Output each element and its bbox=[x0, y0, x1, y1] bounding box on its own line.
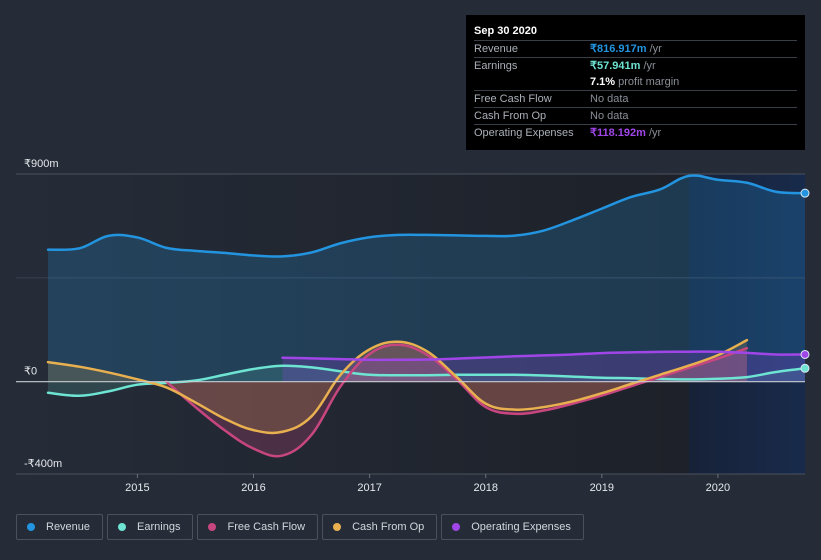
x-tick-label: 2020 bbox=[706, 482, 730, 494]
legend-item-earnings[interactable]: Earnings bbox=[107, 514, 194, 540]
tooltip-label: Revenue bbox=[474, 43, 519, 55]
x-tick-label: 2018 bbox=[473, 482, 497, 494]
x-tick-label: 2017 bbox=[357, 482, 381, 494]
legend-label: Earnings bbox=[137, 521, 181, 533]
legend-label: Cash From Op bbox=[352, 521, 425, 533]
legend: Revenue Earnings Free Cash Flow Cash From O… bbox=[16, 514, 584, 540]
x-tick-label: 2015 bbox=[125, 482, 149, 494]
operating-expenses-endpoint bbox=[800, 349, 810, 359]
tooltip-value: No data bbox=[590, 93, 629, 105]
y-tick-label: ₹0 bbox=[24, 366, 37, 378]
x-tick-label: 2016 bbox=[241, 482, 265, 494]
tooltip-row: Revenue ₹816.917m /yr bbox=[474, 41, 797, 58]
tooltip-value: 7.1% profit margin bbox=[590, 76, 680, 88]
tooltip-row: Free Cash Flow No data bbox=[474, 91, 797, 108]
legend-dot-icon bbox=[27, 523, 35, 531]
legend-item-operating-expenses[interactable]: Operating Expenses bbox=[441, 514, 584, 540]
legend-dot-icon bbox=[452, 523, 461, 531]
legend-item-cash-from-op[interactable]: Cash From Op bbox=[322, 514, 438, 540]
legend-item-free-cash-flow[interactable]: Free Cash Flow bbox=[197, 514, 319, 540]
tooltip-row: 7.1% profit margin bbox=[474, 74, 797, 91]
tooltip-row: Earnings ₹57.941m /yr bbox=[474, 58, 797, 74]
tooltip-label: Cash From Op bbox=[474, 110, 547, 122]
tooltip-value: ₹118.192m /yr bbox=[590, 127, 662, 139]
legend-label: Operating Expenses bbox=[471, 521, 571, 533]
legend-label: Free Cash Flow bbox=[227, 521, 306, 533]
y-tick-label: -₹400m bbox=[24, 458, 62, 470]
legend-dot-icon bbox=[118, 523, 127, 531]
legend-dot-icon bbox=[208, 523, 217, 531]
tooltip-row: Operating Expenses ₹118.192m /yr bbox=[474, 125, 797, 141]
tooltip-row: Cash From Op No data bbox=[474, 108, 797, 125]
legend-label: Revenue bbox=[46, 521, 91, 533]
tooltip-label: Operating Expenses bbox=[474, 127, 574, 139]
earnings-endpoint bbox=[800, 363, 810, 373]
tooltip: Sep 30 2020 Revenue ₹816.917m /yr Earnings… bbox=[466, 15, 805, 150]
y-tick-label: ₹900m bbox=[24, 158, 59, 170]
x-tick-label: 2019 bbox=[590, 482, 614, 494]
legend-dot-icon bbox=[333, 523, 342, 531]
revenue-endpoint bbox=[800, 188, 810, 198]
tooltip-date: Sep 30 2020 bbox=[474, 23, 797, 41]
tooltip-value: ₹57.941m /yr bbox=[590, 60, 656, 72]
tooltip-value: ₹816.917m /yr bbox=[590, 43, 662, 55]
tooltip-value: No data bbox=[590, 110, 629, 122]
tooltip-label bbox=[474, 74, 590, 90]
tooltip-label: Earnings bbox=[474, 60, 518, 72]
legend-item-revenue[interactable]: Revenue bbox=[16, 514, 104, 540]
tooltip-label: Free Cash Flow bbox=[474, 93, 552, 105]
